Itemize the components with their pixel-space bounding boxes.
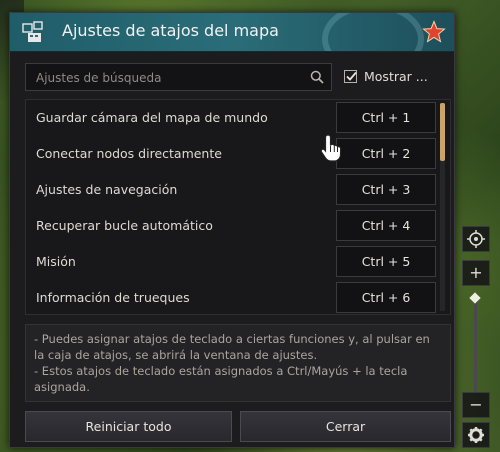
list-scrollbar[interactable] <box>440 103 445 311</box>
shortcut-label: Ajustes de navegación <box>36 182 178 197</box>
close-button[interactable]: Cerrar <box>240 411 451 442</box>
title-bar[interactable]: Ajustes de atajos del mapa <box>10 13 454 52</box>
zoom-slider-track[interactable] <box>474 296 477 396</box>
locate-button[interactable] <box>462 226 490 252</box>
title-decoration <box>322 13 424 51</box>
hand-cursor-icon <box>320 134 342 162</box>
scrollbar-thumb[interactable] <box>440 103 445 161</box>
map-side-controls: + − <box>462 226 490 450</box>
shortcut-key-box[interactable]: Ctrl + 4 <box>336 210 436 241</box>
locate-icon <box>467 230 485 248</box>
reset-all-button[interactable]: Reiniciar todo <box>25 411 232 442</box>
shortcut-key-box[interactable]: Ctrl + 2 <box>336 138 436 169</box>
shortcut-list: Guardar cámara del mapa de mundo Ctrl + … <box>25 99 451 315</box>
shortcut-row[interactable]: Guardar cámara del mapa de mundo Ctrl + … <box>26 100 442 136</box>
shortcut-key-box[interactable]: Ctrl + 1 <box>336 102 436 133</box>
checkmark-icon <box>346 71 357 81</box>
search-input[interactable] <box>34 67 308 89</box>
shortcut-label: Misión <box>36 254 76 269</box>
search-icon[interactable] <box>310 70 324 84</box>
map-shortcut-settings-window: Ajustes de atajos del mapa Mostrar ... G… <box>9 12 455 448</box>
shortcut-label: Guardar cámara del mapa de mundo <box>36 110 268 125</box>
shortcut-key-box[interactable]: Ctrl + 5 <box>336 246 436 277</box>
info-line: - Estos atajos de teclado están asignado… <box>34 364 408 394</box>
gear-icon <box>468 427 484 443</box>
info-panel: - Puedes asignar atajos de teclado a cie… <box>25 324 451 402</box>
shortcut-label: Recuperar bucle automático <box>36 218 213 233</box>
zoom-slider-knob[interactable] <box>469 292 481 304</box>
shortcut-row[interactable]: Misión Ctrl + 5 <box>26 244 442 280</box>
settings-button[interactable] <box>462 422 490 448</box>
show-all-label: Mostrar ... <box>364 69 428 84</box>
shortcut-key-box[interactable]: Ctrl + 6 <box>336 282 436 313</box>
zoom-in-button[interactable]: + <box>462 260 490 286</box>
shortcut-row[interactable]: Información de trueques Ctrl + 6 <box>26 280 442 314</box>
shortcut-key-box[interactable]: Ctrl + 3 <box>336 174 436 205</box>
window-title: Ajustes de atajos del mapa <box>62 21 279 40</box>
show-all-checkbox[interactable] <box>344 70 357 83</box>
search-field[interactable] <box>25 63 332 91</box>
keyboard-map-icon <box>22 21 43 42</box>
shortcut-row[interactable]: Ajustes de navegación Ctrl + 3 <box>26 172 442 208</box>
shortcut-label: Conectar nodos directamente <box>36 146 222 161</box>
star-close-icon[interactable] <box>422 20 446 44</box>
info-line: - Puedes asignar atajos de teclado a cie… <box>34 332 430 362</box>
shortcut-row[interactable]: Conectar nodos directamente Ctrl + 2 <box>26 136 442 172</box>
shortcut-label: Información de trueques <box>36 290 190 305</box>
zoom-out-button[interactable]: − <box>462 392 490 418</box>
shortcut-row[interactable]: Recuperar bucle automático Ctrl + 4 <box>26 208 442 244</box>
show-all-toggle[interactable]: Mostrar ... <box>344 68 454 88</box>
